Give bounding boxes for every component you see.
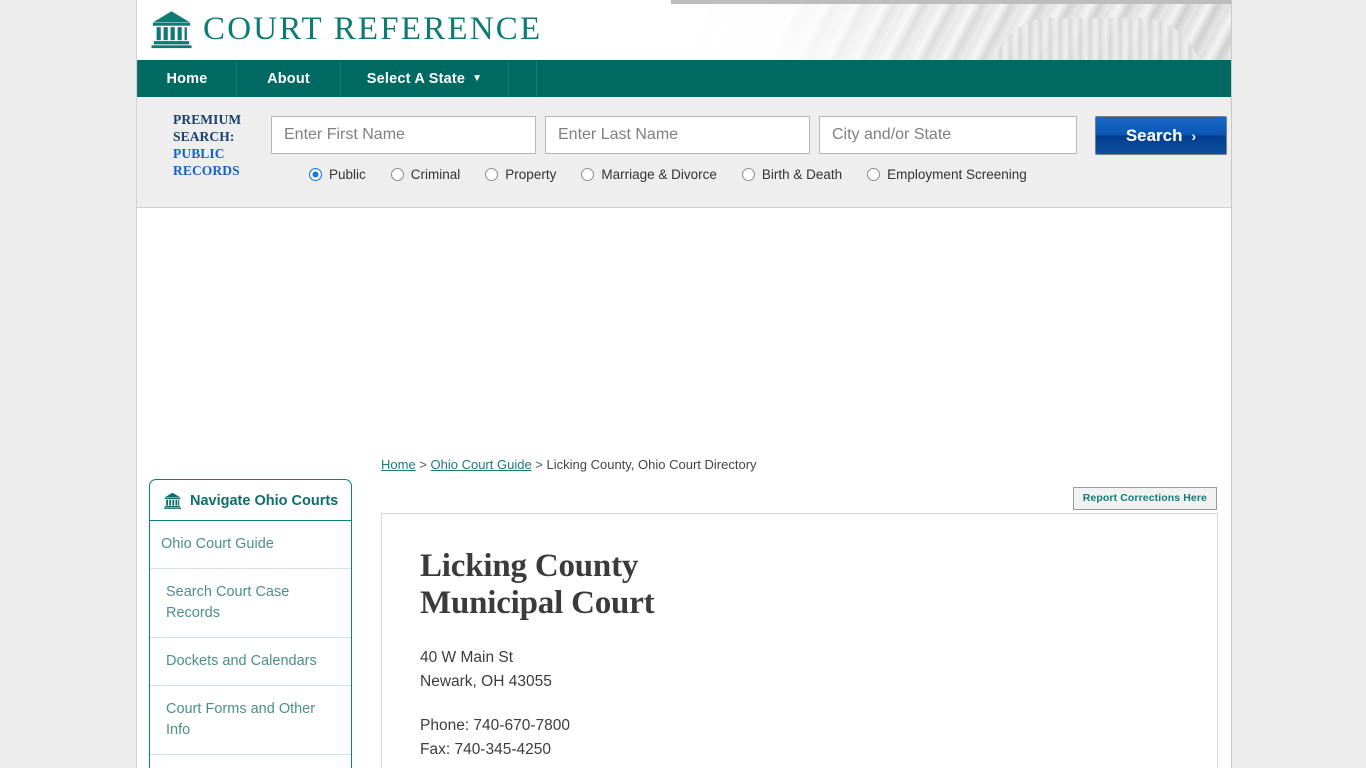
breadcrumb: Home > Ohio Court Guide > Licking County… (381, 457, 757, 472)
premium-search-label: PREMIUM SEARCH: PUBLIC RECORDS (173, 111, 285, 179)
masthead: COURT REFERENCE (137, 0, 1231, 60)
court-address-line1: 40 W Main St (420, 649, 514, 666)
page-root: COURT REFERENCE Home About Select A Stat… (0, 0, 1366, 768)
sidebar-item-court-forms-and-other-info[interactable]: Court Forms and Other Info (150, 686, 351, 755)
radio-public-label: Public (329, 167, 366, 182)
nav-item-home-label: Home (166, 70, 208, 87)
sidebar-item-dockets-and-calendars[interactable]: Dockets and Calendars (150, 638, 351, 686)
sidebar-item-court-forms-and-other-info-label: Court Forms and Other Info (166, 701, 316, 738)
masthead-column-artwork (671, 0, 1231, 60)
nav-item-select-a-state[interactable]: Select A State ▼ (341, 60, 509, 97)
radio-birth-death-dot (741, 168, 755, 181)
premium-search-label-line3: PUBLIC (173, 146, 225, 161)
radio-public[interactable]: Public (309, 167, 366, 182)
radio-property-dot (485, 168, 499, 181)
court-address-line2: Newark, OH 43055 (420, 673, 552, 690)
premium-search-label-line2: SEARCH: (173, 129, 235, 144)
sidebar-item-dockets-and-calendars-label: Dockets and Calendars (166, 653, 317, 669)
premium-search-label-line4: RECORDS (173, 163, 240, 178)
court-phone: Phone: 740-670-7800 (420, 717, 570, 734)
sidebar-heading-label: Navigate Ohio Courts (190, 492, 339, 509)
breadcrumb-current: Licking County, Ohio Court Directory (546, 457, 757, 472)
radio-public-dot (309, 168, 322, 181)
premium-search-fields: Search › (271, 116, 1227, 155)
chevron-down-icon: ▼ (472, 73, 483, 84)
first-name-input[interactable] (271, 116, 536, 154)
radio-marriage-divorce-label: Marriage & Divorce (601, 167, 717, 182)
nav-item-about-label: About (267, 70, 310, 87)
court-contact: Phone: 740-670-7800 Fax: 740-345-4250 (420, 714, 1179, 762)
sidebar-item-ohio-court-guide-label: Ohio Court Guide (161, 536, 274, 552)
radio-marriage-divorce[interactable]: Marriage & Divorce (581, 167, 717, 182)
search-button[interactable]: Search › (1095, 116, 1227, 155)
premium-search-label-line1: PREMIUM (173, 112, 242, 127)
main-navigation: Home About Select A State ▼ (137, 60, 1231, 97)
last-name-input[interactable] (545, 116, 810, 154)
site-container: COURT REFERENCE Home About Select A Stat… (136, 0, 1232, 768)
court-title-line2: Municipal Court (420, 585, 655, 621)
radio-criminal[interactable]: Criminal (390, 167, 461, 182)
court-address: 40 W Main St Newark, OH 43055 (420, 646, 1179, 694)
radio-employment-screening-label: Employment Screening (887, 167, 1027, 182)
sidebar-item-search-court-case-records[interactable]: Search Court Case Records (150, 569, 351, 638)
courthouse-icon (151, 11, 192, 49)
breadcrumb-separator-2: > (531, 457, 547, 472)
court-fax: Fax: 740-345-4250 (420, 741, 551, 758)
search-button-label: Search (1125, 125, 1183, 145)
radio-marriage-divorce-dot (581, 168, 595, 181)
radio-birth-death[interactable]: Birth & Death (741, 167, 843, 182)
premium-search-band: PREMIUM SEARCH: PUBLIC RECORDS Search › … (137, 97, 1231, 208)
breadcrumb-separator-1: > (415, 457, 431, 472)
radio-employment-screening[interactable]: Employment Screening (867, 167, 1027, 182)
masthead-top-rule (671, 0, 1231, 4)
breadcrumb-link-home[interactable]: Home (381, 457, 416, 472)
sidebar-item-online-fine-payments[interactable]: Online Fine Payments (150, 755, 351, 768)
chevron-right-icon: › (1191, 127, 1197, 144)
brand-name: COURT REFERENCE (203, 10, 543, 47)
sidebar-item-ohio-court-guide[interactable]: Ohio Court Guide (150, 521, 351, 569)
radio-birth-death-label: Birth & Death (761, 167, 843, 182)
nav-item-select-a-state-label: Select A State (366, 70, 466, 87)
nav-spacer (509, 60, 537, 97)
court-title-line1: Licking County (420, 548, 639, 584)
radio-property[interactable]: Property (485, 167, 556, 182)
city-state-input[interactable] (819, 116, 1077, 154)
site-logo[interactable]: COURT REFERENCE (151, 9, 542, 49)
radio-property-label: Property (505, 167, 557, 182)
search-category-radios: Public Criminal Property Marriage & Divo… (309, 167, 1052, 182)
nav-item-about[interactable]: About (237, 60, 341, 97)
sidebar-navigate-ohio-courts: Navigate Ohio Courts Ohio Court Guide Se… (149, 479, 352, 768)
radio-criminal-label: Criminal (410, 167, 461, 182)
radio-criminal-dot (390, 168, 404, 181)
court-detail-card: Licking County Municipal Court 40 W Main… (381, 513, 1218, 768)
page-title: Licking County Municipal Court (420, 548, 1179, 622)
radio-employment-screening-dot (867, 168, 881, 181)
breadcrumb-link-ohio-court-guide[interactable]: Ohio Court Guide (431, 457, 532, 472)
report-corrections-label: Report Corrections Here (1082, 492, 1207, 504)
sidebar-heading: Navigate Ohio Courts (150, 480, 351, 521)
nav-item-home[interactable]: Home (137, 60, 237, 97)
courthouse-icon (164, 492, 181, 509)
report-corrections-button[interactable]: Report Corrections Here (1072, 487, 1217, 510)
sidebar-item-search-court-case-records-label: Search Court Case Records (166, 584, 290, 621)
